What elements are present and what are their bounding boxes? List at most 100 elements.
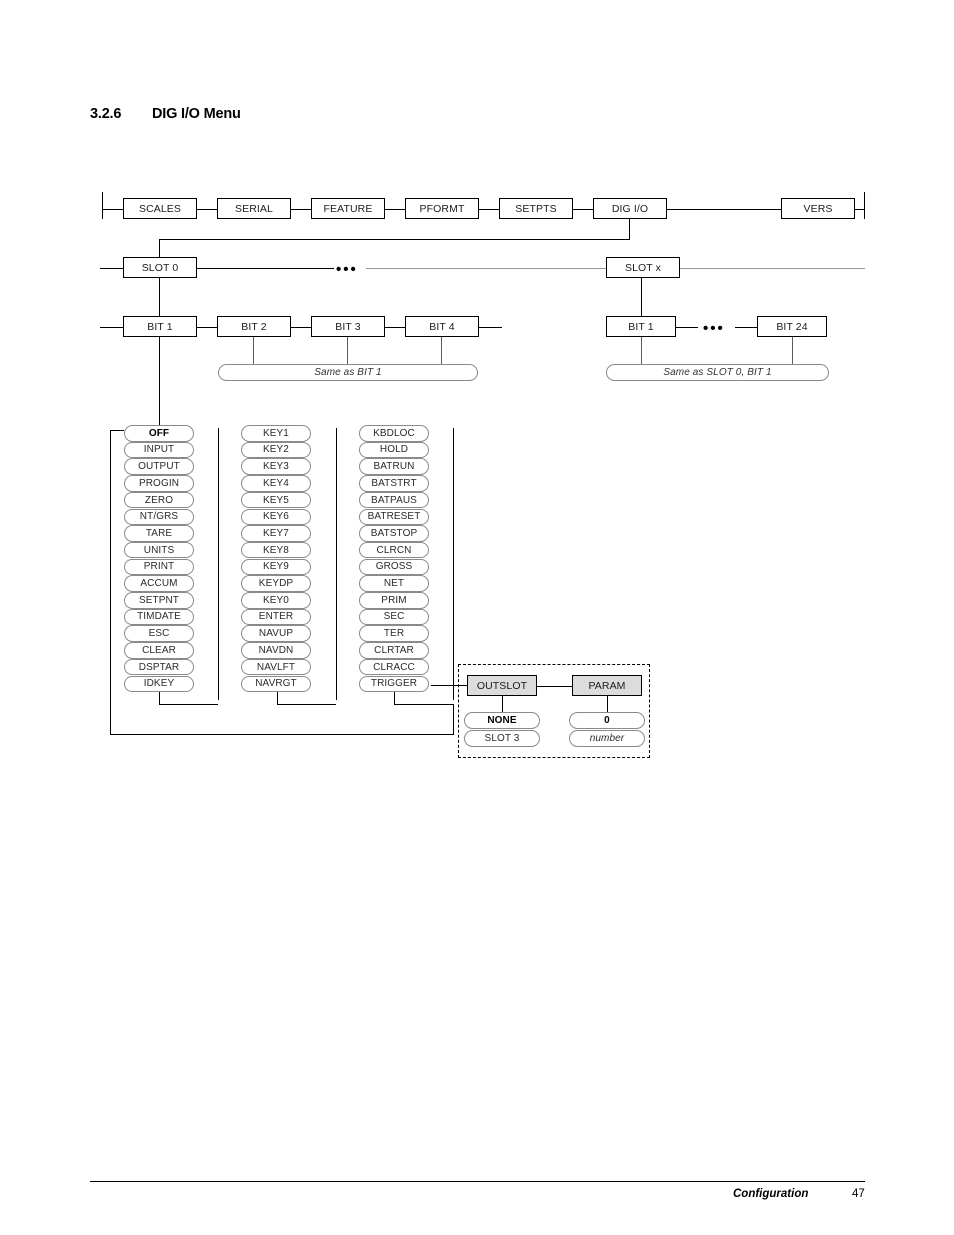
option-navup[interactable]: NAVUP: [241, 625, 311, 642]
option-batrun[interactable]: BATRUN: [359, 458, 429, 475]
option-key5[interactable]: KEY5: [241, 491, 311, 509]
connector: [197, 326, 217, 328]
option-ter[interactable]: TER: [359, 625, 429, 642]
slot-x-bit-24-node[interactable]: BIT 24: [757, 316, 827, 337]
option-batreset[interactable]: BATRESET: [359, 508, 429, 525]
outslot-option-none[interactable]: NONE: [464, 712, 540, 729]
option-key3[interactable]: KEY3: [241, 458, 311, 475]
connector: [110, 430, 124, 432]
option-clear[interactable]: CLEAR: [124, 642, 194, 659]
menu-item-serial[interactable]: SERIAL: [217, 198, 291, 219]
option-kbdloc[interactable]: KBDLOC: [359, 425, 429, 442]
menu-item-dig-io[interactable]: DIG I/O: [593, 198, 667, 219]
slot-x-node[interactable]: SLOT x: [606, 257, 680, 278]
param-header[interactable]: PARAM: [572, 675, 642, 696]
bit-2-node[interactable]: BIT 2: [217, 316, 291, 337]
option-key8[interactable]: KEY8: [241, 541, 311, 559]
connector: [110, 734, 454, 736]
connector: [159, 704, 218, 706]
slot-row-ellipsis: •••: [336, 261, 358, 278]
option-navlft[interactable]: NAVLFT: [241, 658, 311, 676]
option-idkey[interactable]: IDKEY: [124, 675, 194, 692]
option-prim[interactable]: PRIM: [359, 592, 429, 609]
option-print[interactable]: PRINT: [124, 558, 194, 576]
connector: [100, 326, 123, 328]
option-enter[interactable]: ENTER: [241, 608, 311, 626]
option-gross[interactable]: GROSS: [359, 558, 429, 576]
option-key7[interactable]: KEY7: [241, 525, 311, 542]
option-off[interactable]: OFF: [124, 425, 194, 442]
option-key0[interactable]: KEY0: [241, 592, 311, 609]
option-key1[interactable]: KEY1: [241, 425, 311, 442]
bit-4-node[interactable]: BIT 4: [405, 316, 479, 337]
column3-rail: [453, 428, 455, 700]
option-zero[interactable]: ZERO: [124, 491, 194, 509]
option-net[interactable]: NET: [359, 575, 429, 592]
connector: [573, 208, 593, 210]
footer-chapter-label: Configuration: [733, 1188, 809, 1200]
connector: [394, 704, 453, 706]
option-key9[interactable]: KEY9: [241, 558, 311, 576]
option-batpaus[interactable]: BATPAUS: [359, 491, 429, 509]
option-timdate[interactable]: TIMDATE: [124, 608, 194, 626]
option-dsptar[interactable]: DSPTAR: [124, 658, 194, 676]
connector: [159, 337, 161, 428]
outslot-header[interactable]: OUTSLOT: [467, 675, 537, 696]
option-navdn[interactable]: NAVDN: [241, 642, 311, 659]
option-progin[interactable]: PROGIN: [124, 475, 194, 492]
connector: [291, 208, 311, 210]
connector: [479, 326, 502, 328]
same-as-bit1-note: Same as BIT 1: [218, 364, 478, 381]
connector: [385, 326, 405, 328]
option-clracc[interactable]: CLRACC: [359, 658, 429, 676]
connector: [641, 337, 643, 365]
option-tare[interactable]: TARE: [124, 525, 194, 542]
menu-item-feature[interactable]: FEATURE: [311, 198, 385, 219]
menu-item-setpts[interactable]: SETPTS: [499, 198, 573, 219]
option-batstrt[interactable]: BATSTRT: [359, 475, 429, 492]
option-output[interactable]: OUTPUT: [124, 458, 194, 475]
option-setpnt[interactable]: SETPNT: [124, 592, 194, 609]
dig-io-menu-diagram: SCALES SERIAL FEATURE PFORMT SETPTS DIG …: [0, 0, 954, 800]
menu-item-vers[interactable]: VERS: [781, 198, 855, 219]
menu-item-pformt[interactable]: PFORMT: [405, 198, 479, 219]
slot-0-node[interactable]: SLOT 0: [123, 257, 197, 278]
same-as-slot0-bit1-note: Same as SLOT 0, BIT 1: [606, 364, 829, 381]
option-key4[interactable]: KEY4: [241, 475, 311, 492]
connector: [159, 278, 161, 316]
param-option-zero[interactable]: 0: [569, 712, 645, 729]
option-clrtar[interactable]: CLRTAR: [359, 642, 429, 659]
bit-1-node[interactable]: BIT 1: [123, 316, 197, 337]
column2-rail: [336, 428, 338, 700]
option-trigger[interactable]: TRIGGER: [359, 675, 429, 692]
option-keydp[interactable]: KEYDP: [241, 575, 311, 592]
option-sec[interactable]: SEC: [359, 608, 429, 626]
connector: [277, 704, 336, 706]
top-row-left-bracket: [102, 192, 104, 219]
option-batstop[interactable]: BATSTOP: [359, 525, 429, 542]
option-nt-grs[interactable]: NT/GRS: [124, 508, 194, 525]
connector: [441, 337, 443, 365]
option-key6[interactable]: KEY6: [241, 508, 311, 525]
bit-row-right-ellipsis: •••: [703, 320, 725, 337]
menu-item-scales[interactable]: SCALES: [123, 198, 197, 219]
connector: [735, 326, 757, 328]
option-hold[interactable]: HOLD: [359, 441, 429, 459]
option-input[interactable]: INPUT: [124, 441, 194, 459]
connector: [366, 267, 606, 269]
connector: [629, 219, 631, 240]
option-navrgt[interactable]: NAVRGT: [241, 675, 311, 692]
connector: [159, 239, 161, 257]
connector: [347, 337, 349, 365]
bit-3-node[interactable]: BIT 3: [311, 316, 385, 337]
connector: [607, 696, 609, 712]
option-esc[interactable]: ESC: [124, 625, 194, 642]
slot-x-bit-1-node[interactable]: BIT 1: [606, 316, 676, 337]
option-units[interactable]: UNITS: [124, 541, 194, 559]
option-clrcn[interactable]: CLRCN: [359, 541, 429, 559]
option-key2[interactable]: KEY2: [241, 441, 311, 459]
param-option-number[interactable]: number: [569, 730, 645, 747]
footer-rule: [90, 1181, 865, 1182]
option-accum[interactable]: ACCUM: [124, 575, 194, 592]
outslot-option-slot3[interactable]: SLOT 3: [464, 730, 540, 747]
